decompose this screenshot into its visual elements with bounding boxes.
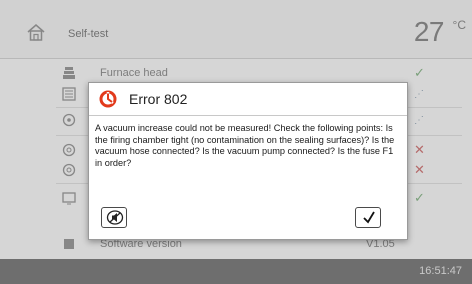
mute-alarm-icon (106, 210, 124, 225)
checkmark-icon (363, 211, 375, 224)
screen: Self-test 27 °C Furnace head ✓ ⋰ ⋰ ✕ ✕ ✓… (0, 0, 472, 284)
confirm-button[interactable] (355, 207, 381, 228)
error-icon (99, 90, 117, 108)
dialog-title: Error 802 (129, 91, 188, 107)
error-dialog: Error 802 A vacuum increase could not be… (88, 82, 408, 240)
mute-alarm-button[interactable] (101, 207, 127, 228)
dialog-message: A vacuum increase could not be measured!… (95, 123, 395, 168)
dialog-divider (89, 115, 407, 116)
